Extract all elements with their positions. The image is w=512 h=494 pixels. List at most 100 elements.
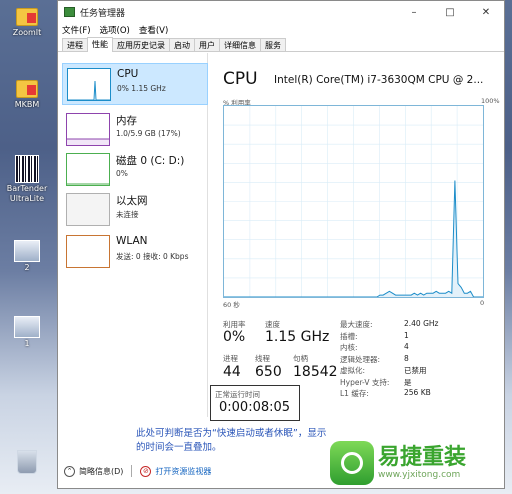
spec-key: 逻辑处理器: <box>340 354 381 364</box>
spec-key: 虚拟化: <box>340 366 366 375</box>
desktop-icon-thumb[interactable]: 2 <box>2 240 52 273</box>
graph-axis-max: 100% <box>481 97 500 105</box>
cpu-model: Intel(R) Core(TM) i7-3630QM CPU @ 2... <box>274 74 484 86</box>
wlan-mini-graph <box>66 235 110 268</box>
resource-memory[interactable]: 内存 1.0/5.9 GB (17%) <box>62 109 208 151</box>
spec-value: 1 <box>404 330 409 340</box>
task-manager-window: 任务管理器 – □ ✕ 文件(F) 选项(O) 查看(V) 进程 性能 应用历史… <box>57 0 505 489</box>
spec-value: 已禁用 <box>404 366 427 375</box>
resource-sub: 未连接 <box>116 210 139 219</box>
brand-url: www.yjxitong.com <box>378 470 461 480</box>
spec-value: 4 <box>404 342 409 351</box>
threads-value: 650 <box>255 364 282 380</box>
spec-key: 内核: <box>340 343 358 352</box>
thumb-icon <box>14 240 40 262</box>
tab-startup[interactable]: 启动 <box>169 38 195 51</box>
window-title: 任务管理器 <box>80 8 126 19</box>
tab-processes[interactable]: 进程 <box>62 38 88 51</box>
resource-sub: 0% 1.15 GHz <box>117 84 166 93</box>
less-details-link[interactable]: 简略信息(D) <box>79 466 123 477</box>
cpu-utilization-graph <box>223 105 484 298</box>
processes-label: 进程 <box>223 354 238 363</box>
resource-name: 磁盘 0 (C: D:) <box>116 155 185 167</box>
spec-value: 256 KB <box>404 388 431 397</box>
resource-name: 以太网 <box>116 195 148 207</box>
spec-key: L1 缓存: <box>340 389 369 398</box>
tab-services[interactable]: 服务 <box>260 38 286 51</box>
maximize-button[interactable]: □ <box>432 1 468 23</box>
desktop-icon-bartender[interactable]: BarTender UltraLite <box>2 155 52 204</box>
resource-cpu[interactable]: CPU 0% 1.15 GHz <box>62 63 208 105</box>
desktop-icon-label: BarTender UltraLite <box>6 184 48 203</box>
spec-key: Hyper-V 支持: <box>340 377 390 387</box>
tab-users[interactable]: 用户 <box>194 38 220 51</box>
threads-label: 线程 <box>255 354 270 363</box>
desktop-icon-label: ZoomIt <box>12 28 42 37</box>
menu-view[interactable]: 查看(V) <box>139 24 168 36</box>
cpu-mini-graph <box>67 68 111 101</box>
desktop-icon-label: 1 <box>24 339 30 348</box>
resource-list: CPU 0% 1.15 GHz 内存 1.0/5.9 GB (17%) 磁盘 0… <box>58 53 208 417</box>
recycle-bin-icon <box>17 450 37 474</box>
speed-value: 1.15 GHz <box>265 329 330 345</box>
detail-title: CPU <box>223 69 258 89</box>
disk-mini-graph <box>66 153 110 186</box>
spec-key: 插槽: <box>340 331 358 341</box>
chevron-up-icon[interactable]: ⌃ <box>64 465 75 477</box>
footer-divider <box>131 465 133 477</box>
folder-icon <box>16 8 38 26</box>
brand-name: 易捷重装 <box>378 445 467 470</box>
resource-name: 内存 <box>116 115 137 127</box>
desktop-icon-recycle-bin[interactable] <box>2 450 52 474</box>
desktop-icon-folder[interactable]: MKBM <box>2 80 52 110</box>
utilization-value: 0% <box>223 329 246 345</box>
resource-ethernet[interactable]: 以太网 未连接 <box>62 189 208 231</box>
resource-sub: 0% <box>116 169 128 178</box>
resource-sub: 1.0/5.9 GB (17%) <box>116 129 181 138</box>
desktop-icon-thumb[interactable]: 1 <box>2 316 52 349</box>
handles-value: 18542 <box>293 364 338 380</box>
tab-details[interactable]: 详细信息 <box>219 38 261 51</box>
desktop-icon-folder[interactable]: ZoomIt <box>2 8 52 38</box>
resource-name: CPU <box>117 68 139 80</box>
ethernet-mini-graph <box>66 193 110 226</box>
menu-file[interactable]: 文件(F) <box>62 24 91 36</box>
annotation-line: 此处可判断是否为“快速启动或者休眠”，显示 <box>136 428 327 439</box>
menu-options[interactable]: 选项(O) <box>100 24 130 36</box>
folder-icon <box>16 80 38 98</box>
task-manager-icon <box>64 7 75 17</box>
desktop-icon-label: MKBM <box>14 100 40 109</box>
resource-monitor-icon: ⊘ <box>140 465 152 477</box>
tab-app-history[interactable]: 应用历史记录 <box>112 38 170 51</box>
annotation-line: 的时间会一直叠加。 <box>136 442 222 453</box>
bartender-icon <box>15 155 39 183</box>
spec-value: 8 <box>404 353 409 363</box>
uptime-value: 0:00:08:05 <box>219 400 291 415</box>
title-bar: 任务管理器 – □ ✕ <box>58 1 504 23</box>
handles-label: 句柄 <box>293 354 308 363</box>
resource-name: WLAN <box>116 235 148 247</box>
graph-time-span: 60 秒 <box>223 301 240 309</box>
menu-bar: 文件(F) 选项(O) 查看(V) <box>58 23 504 37</box>
watermark-logo: 易捷重装 www.yjxitong.com <box>330 437 510 489</box>
processes-value: 44 <box>223 364 241 380</box>
memory-mini-graph <box>66 113 110 146</box>
spec-value: 是 <box>404 377 412 387</box>
spec-value: 2.40 GHz <box>404 319 439 328</box>
tab-performance[interactable]: 性能 <box>87 37 113 52</box>
graph-time-end: 0 <box>480 299 485 307</box>
tab-strip: 进程 性能 应用历史记录 启动 用户 详细信息 服务 <box>58 37 504 52</box>
thumb-icon <box>14 316 40 338</box>
brand-logo-icon <box>330 441 374 485</box>
minimize-button[interactable]: – <box>396 1 432 23</box>
desktop-icon-label: 2 <box>24 263 30 272</box>
resource-wlan[interactable]: WLAN 发送: 0 接收: 0 Kbps <box>62 231 208 273</box>
uptime-box: 正常运行时间 0:00:08:05 <box>210 385 300 421</box>
open-resource-monitor-link[interactable]: 打开资源监视器 <box>155 466 211 477</box>
resource-sub: 发送: 0 接收: 0 Kbps <box>116 252 189 261</box>
uptime-label: 正常运行时间 <box>215 390 260 399</box>
close-button[interactable]: ✕ <box>468 1 504 23</box>
resource-disk[interactable]: 磁盘 0 (C: D:) 0% <box>62 149 208 191</box>
spec-key: 最大速度: <box>340 320 373 329</box>
annotation-note: 此处可判断是否为“快速启动或者休眠”，显示 的时间会一直叠加。 <box>136 427 326 455</box>
